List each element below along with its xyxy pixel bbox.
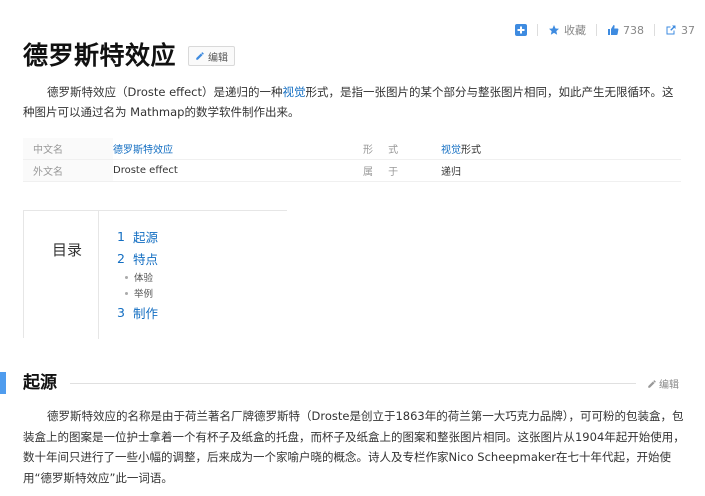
- title-edit-button[interactable]: 编辑: [188, 46, 236, 66]
- title-edit-label: 编辑: [208, 52, 229, 64]
- toc-subitem-examples[interactable]: 举例: [117, 285, 158, 301]
- summary-link-visual[interactable]: 视觉: [283, 85, 306, 99]
- info-value-suffix: 形式: [461, 145, 481, 156]
- lemma-summary: 德罗斯特效应（Droste effect）是递归的一种视觉形式，是指一张图片的某…: [23, 82, 683, 122]
- info-value: 德罗斯特效应: [113, 138, 363, 159]
- favorite-label: 收藏: [564, 24, 586, 37]
- section-paragraph: 德罗斯特效应的名称是由于荷兰著名厂牌德罗斯特（Droste是创立于1863年的荷…: [23, 409, 685, 485]
- toolbar-divider: [537, 24, 538, 36]
- toc-subitem-label: 举例: [134, 289, 154, 300]
- info-key: 形 式: [363, 145, 405, 156]
- toc-item-label: 特点: [133, 251, 159, 267]
- toc-list: 1 起源 2 特点 体验 举例 3 制作: [117, 225, 158, 323]
- toc-item-number: 3: [117, 304, 125, 320]
- favorite-button[interactable]: 收藏: [548, 22, 586, 38]
- info-value: 递归: [441, 167, 461, 178]
- section-title: 起源: [23, 373, 57, 393]
- toolbar-divider: [596, 24, 597, 36]
- basic-info-table: 中文名 德罗斯特效应 形 式 视觉 形式 外文名 Droste effect 属 …: [23, 138, 681, 182]
- add-button[interactable]: [515, 24, 527, 36]
- toc-item-production[interactable]: 3 制作: [117, 301, 158, 323]
- toc-item-label: 起源: [133, 229, 159, 245]
- info-key: 外文名: [23, 160, 113, 181]
- share-icon: [666, 25, 676, 35]
- toc-item-number: 1: [117, 228, 125, 244]
- toc-divider: [98, 211, 99, 339]
- like-button[interactable]: 738: [607, 24, 644, 37]
- plus-square-icon: [515, 24, 527, 36]
- pencil-icon: [196, 52, 204, 60]
- bullet-dot: [125, 291, 128, 295]
- bullet-dot: [125, 275, 128, 279]
- info-key: 属 于: [363, 167, 405, 178]
- toc-item-number: 2: [117, 250, 125, 266]
- toc-item-origin[interactable]: 1 起源: [117, 225, 158, 247]
- section-edit-button[interactable]: 编辑: [647, 376, 679, 391]
- page-title: 德罗斯特效应: [23, 41, 177, 70]
- article-toolbar: 收藏 738 37: [505, 22, 695, 38]
- toc-item-label: 制作: [133, 305, 159, 321]
- table-of-contents: 目录 1 起源 2 特点 体验 举例 3 制作: [23, 210, 287, 339]
- info-link-visual[interactable]: 视觉: [441, 141, 461, 156]
- like-count: 738: [623, 23, 644, 37]
- section-accent-bar: [0, 372, 6, 394]
- section-edit-label: 编辑: [659, 380, 679, 391]
- toc-item-features[interactable]: 2 特点: [117, 247, 158, 269]
- thumbs-up-icon: [608, 25, 619, 35]
- section-divider: [70, 383, 636, 384]
- toc-title: 目录: [52, 241, 83, 259]
- pencil-icon: [648, 379, 656, 388]
- info-key: 中文名: [23, 138, 113, 159]
- summary-text-1: 德罗斯特效应（Droste effect）是递归的一种: [47, 85, 283, 99]
- star-icon: [549, 25, 559, 35]
- toolbar-divider: [654, 24, 655, 36]
- info-link-chinese-name[interactable]: 德罗斯特效应: [113, 141, 173, 156]
- toc-subitem-experience[interactable]: 体验: [117, 269, 158, 285]
- share-count: 37: [681, 23, 695, 37]
- share-button[interactable]: 37: [665, 24, 695, 37]
- info-value: Droste effect: [113, 165, 178, 176]
- title-row: 德罗斯特效应 编辑: [23, 36, 236, 72]
- info-row: 外文名 Droste effect 属 于 递归: [23, 160, 681, 182]
- info-row: 中文名 德罗斯特效应 形 式 视觉 形式: [23, 138, 681, 160]
- info-value: 视觉 形式: [441, 138, 681, 159]
- toc-subitem-label: 体验: [134, 273, 154, 284]
